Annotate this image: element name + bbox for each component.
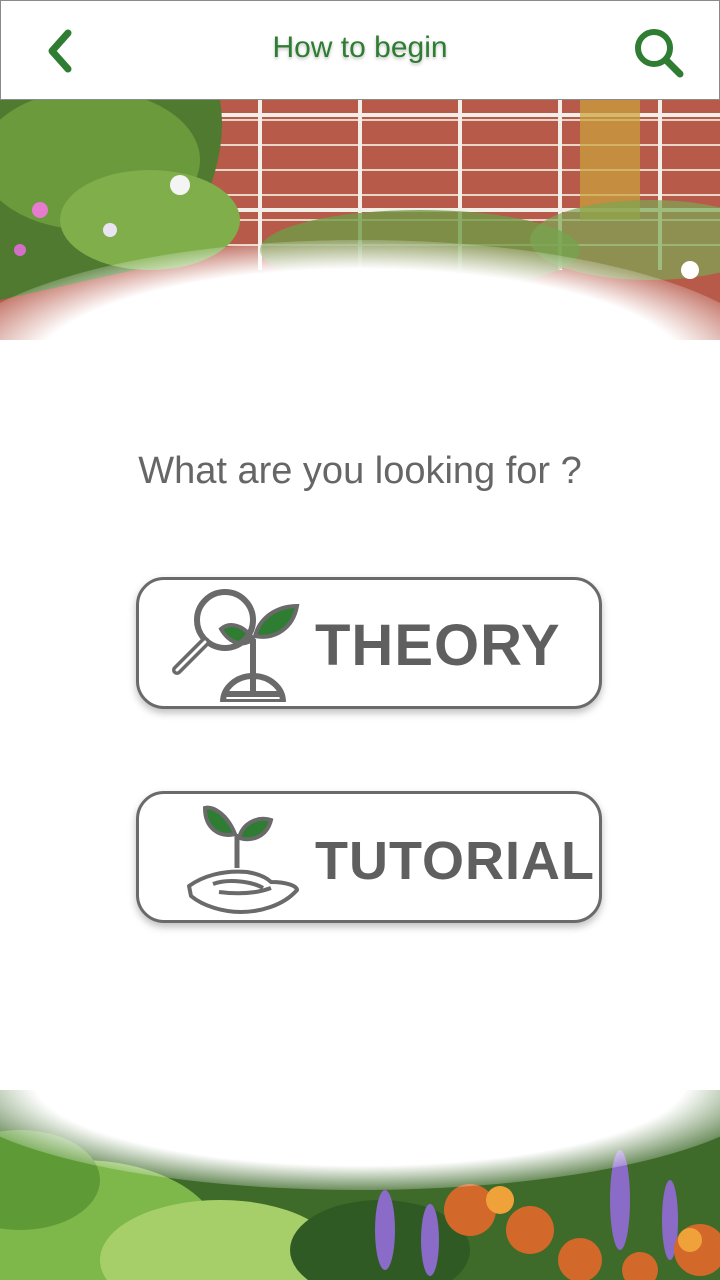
search-icon [635,29,684,78]
magnifier-sprout-icon [163,584,303,707]
theory-label: THEORY [315,613,561,678]
search-button[interactable] [629,23,689,83]
theory-button[interactable]: THEORY [136,577,602,709]
app-header: How to begin [0,0,720,100]
tutorial-button[interactable]: TUTORIAL [136,791,602,923]
hand-sprout-icon [163,798,303,921]
prompt-question: What are you looking for ? [138,450,582,492]
garden-background-bottom [0,1090,720,1280]
tutorial-label: TUTORIAL [315,831,595,891]
garden-background-top [0,100,720,340]
page-title: How to begin [272,31,448,64]
